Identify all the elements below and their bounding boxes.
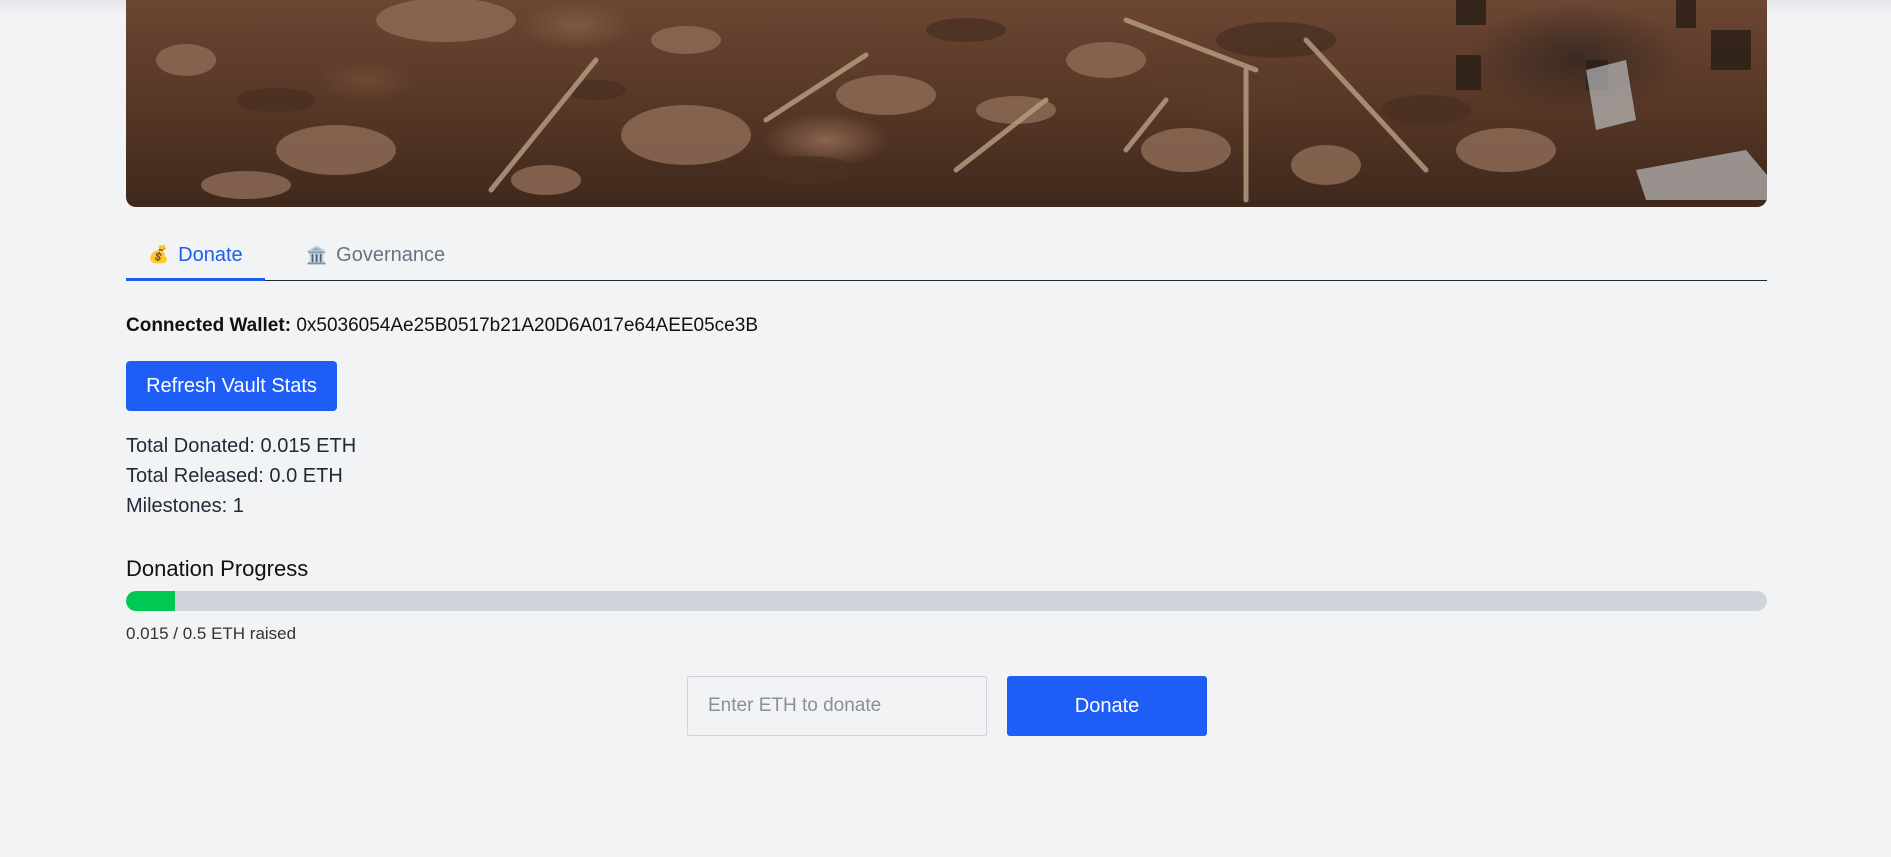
tab-governance[interactable]: 🏛️ Governance <box>284 232 467 279</box>
connected-wallet: Connected Wallet: 0x5036054Ae25B0517b21A… <box>126 315 758 337</box>
progress-track <box>126 591 1767 611</box>
eth-amount-input[interactable] <box>687 676 987 736</box>
tab-governance-label: Governance <box>336 244 446 266</box>
total-released: Total Released: 0.0 ETH <box>126 465 343 487</box>
milestones: Milestones: 1 <box>126 495 244 517</box>
tab-donate[interactable]: 💰 Donate <box>126 232 265 281</box>
wallet-label: Connected Wallet: <box>126 315 292 336</box>
donation-progress-title: Donation Progress <box>126 556 309 581</box>
bank-icon: 🏛️ <box>306 245 328 265</box>
progress-caption: 0.015 / 0.5 ETH raised <box>126 624 297 643</box>
hero-image <box>126 0 1767 207</box>
tab-donate-label: Donate <box>178 243 243 266</box>
donate-button[interactable]: Donate <box>1007 676 1207 736</box>
total-donated: Total Donated: 0.015 ETH <box>126 435 357 457</box>
refresh-vault-stats-button[interactable]: Refresh Vault Stats <box>126 361 337 411</box>
wallet-address: 0x5036054Ae25B0517b21A20D6A017e64AEE05ce… <box>296 315 758 336</box>
progress-fill <box>126 591 176 611</box>
tab-bar: 💰 Donate 🏛️ Governance <box>126 232 1767 281</box>
money-bag-icon: 💰 <box>148 245 170 264</box>
